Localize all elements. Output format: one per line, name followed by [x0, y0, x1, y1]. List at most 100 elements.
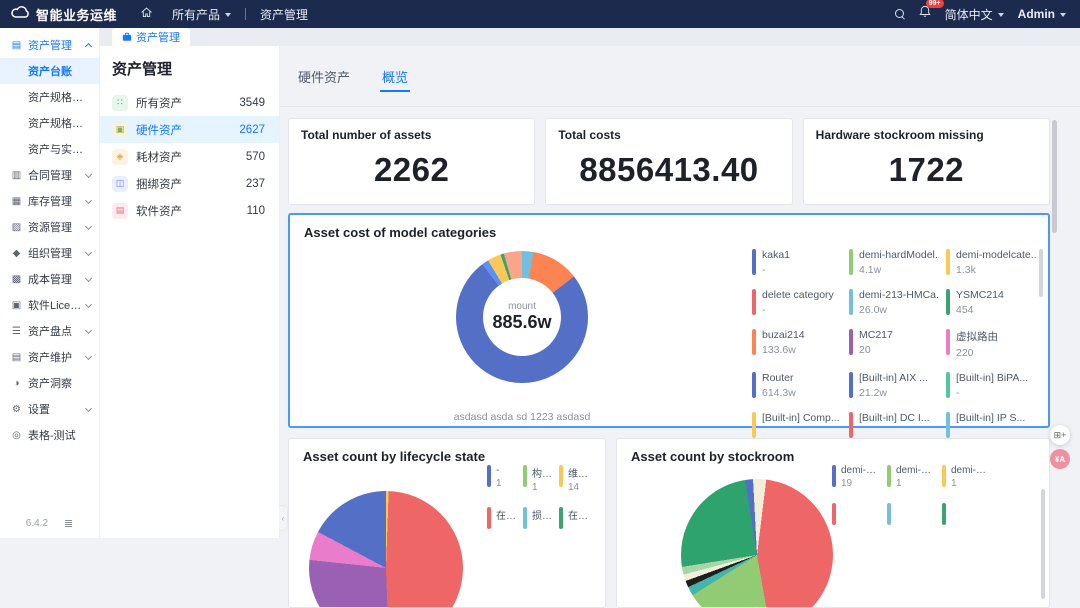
legend-item-12[interactable]: [Built-in] Comp... [752, 412, 849, 438]
open-tab-asset-management[interactable]: 资产管理 [112, 28, 190, 46]
legend-scrollbar[interactable] [1041, 489, 1045, 599]
sidebar-item-4[interactable]: 资产与实物映射... [0, 136, 99, 162]
sidebar-item-2[interactable]: 资产规格管理 [0, 84, 99, 110]
add-widget-fab[interactable]: ⊞+ [1050, 425, 1070, 445]
sidebar-item-0[interactable]: ▤资产管理 [0, 32, 99, 58]
sidebar-item-3[interactable]: 资产规格分类管理 [0, 110, 99, 136]
category-item-2[interactable]: ◈耗材资产570 [100, 143, 279, 170]
legend-item-13[interactable]: [Built-in] DC I... [849, 412, 946, 438]
collapse-sidebar-icon[interactable]: ≣ [64, 517, 73, 530]
category-count: 2627 [239, 124, 265, 136]
legend-item-0[interactable]: -1 [487, 465, 523, 493]
stockroom-panel: Asset count by stockroom demi-…19demi-…1… [616, 438, 1050, 608]
notifications-button[interactable]: 99+ [919, 5, 931, 23]
sidebar: ▤资产管理资产台账资产规格管理资产规格分类管理资产与实物映射...▥合同管理▦库… [0, 28, 100, 538]
category-item-0[interactable]: ∷所有资产3549 [100, 89, 279, 116]
sidebar-item-1[interactable]: 资产台账 [0, 58, 99, 84]
legend-swatch [849, 372, 853, 398]
legend-swatch [752, 372, 756, 398]
legend-item-4[interactable]: 损… [523, 507, 559, 529]
legend-item-6[interactable]: buzai214133.6w [752, 329, 849, 359]
legend-item-10[interactable]: [Built-in] AIX ...21.2w [849, 372, 946, 399]
divider [245, 8, 246, 20]
brand[interactable]: 智能业务运维 [0, 5, 131, 24]
legend-value: 1 [532, 482, 552, 493]
asset-category-panel: 资产管理 ∷所有资产3549▣硬件资产2627◈耗材资产570◫捆绑资产237▤… [100, 46, 280, 538]
sidebar-item-label: 资源管理 [28, 219, 86, 235]
stat-card-1: Total costs8856413.40 [545, 118, 792, 205]
user-menu[interactable]: Admin [1018, 7, 1066, 21]
legend-item-5[interactable]: 在… [559, 507, 595, 529]
lifecycle-pie-chart[interactable] [309, 491, 463, 608]
category-count: 570 [246, 151, 265, 163]
legend-name: MC217 [859, 329, 893, 341]
legend-name: [Built-in] IP S... [956, 412, 1025, 424]
legend-item-1[interactable]: 构… 1 [523, 465, 559, 493]
tab-hardware-assets[interactable]: 硬件资产 [296, 47, 352, 106]
cost-icon: ▩ [10, 274, 23, 285]
legend-item-2[interactable]: 维…14 [559, 465, 595, 493]
currency-fab[interactable]: ¥A [1050, 449, 1070, 469]
legend-item-14[interactable]: [Built-in] IP S... [946, 412, 1043, 438]
legend-item-0[interactable]: demi-…19 [832, 465, 887, 489]
sidebar-item-label: 资产台账 [28, 63, 91, 79]
sidebar-item-12[interactable]: ▤资产维护 [0, 344, 99, 370]
legend-item-0[interactable]: kaka1- [752, 249, 849, 276]
search-icon[interactable] [895, 9, 905, 19]
sidebar-item-13[interactable]: ◑资产洞察 [0, 370, 99, 396]
legend-name: demi-213-HMCa... [859, 289, 939, 301]
legend-item-2[interactable]: demi-modelcate...1.3k [946, 249, 1043, 276]
chevron-down-icon [85, 248, 92, 255]
legend-value: 26.0w [859, 304, 939, 316]
chevron-down-icon [225, 13, 231, 17]
legend-item-3[interactable]: 在… [487, 507, 523, 529]
legend-item-1[interactable]: demi-…1 [887, 465, 942, 489]
legend-name: 构… [532, 465, 552, 480]
legend-name: Router [762, 372, 796, 384]
sidebar-item-10[interactable]: ▣软件License... [0, 292, 99, 318]
model-categories-donut-chart[interactable]: mount 885.6w [456, 251, 588, 383]
stockroom-pie-chart[interactable] [681, 479, 833, 608]
chart-title: Asset count by lifecycle state [303, 449, 485, 464]
legend-scrollbar[interactable] [1039, 249, 1043, 297]
tab-overview[interactable]: 概览 [380, 47, 410, 106]
sidebar-item-7[interactable]: ▨资源管理 [0, 214, 99, 240]
breadcrumb[interactable]: 资产管理 [250, 6, 318, 23]
legend-item-3[interactable]: delete category- [752, 289, 849, 316]
category-item-4[interactable]: ▤软件资产110 [100, 197, 279, 224]
legend-item-4[interactable] [887, 503, 942, 525]
sidebar-item-label: 资产规格分类管理 [28, 115, 91, 131]
legend-item-3[interactable] [832, 503, 887, 525]
sidebar-item-9[interactable]: ▩成本管理 [0, 266, 99, 292]
legend-item-2[interactable]: demi-…1 [942, 465, 997, 489]
legend-item-5[interactable]: YSMC214454 [946, 289, 1043, 316]
sidebar-item-14[interactable]: ⚙设置 [0, 396, 99, 422]
chevron-down-icon [85, 352, 92, 359]
legend-item-1[interactable]: demi-hardModel...4.1w [849, 249, 946, 276]
sidebar-item-6[interactable]: ▦库存管理 [0, 188, 99, 214]
products-menu[interactable]: 所有产品 [162, 6, 241, 23]
donut-legend: kaka1-demi-hardModel...4.1wdemi-modelcat… [752, 249, 1043, 438]
sidebar-item-15[interactable]: ◎表格-测试 [0, 422, 99, 448]
legend-item-7[interactable]: MC21720 [849, 329, 946, 359]
legend-item-11[interactable]: [Built-in] BiPA...- [946, 372, 1043, 399]
sidebar-item-8[interactable]: ◆组织管理 [0, 240, 99, 266]
legend-swatch [942, 465, 946, 487]
language-select[interactable]: 简体中文 [945, 6, 1004, 23]
sidebar-item-5[interactable]: ▥合同管理 [0, 162, 99, 188]
legend-item-8[interactable]: 虚拟路由220 [946, 329, 1043, 359]
legend-item-5[interactable] [942, 503, 997, 525]
collapse-panel-handle[interactable]: ‹ [279, 505, 288, 531]
legend-item-9[interactable]: Router614.3w [752, 372, 849, 399]
category-item-3[interactable]: ◫捆绑资产237 [100, 170, 279, 197]
category-item-1[interactable]: ▣硬件资产2627 [100, 116, 279, 143]
sidebar-item-label: 资产维护 [28, 349, 86, 365]
sidebar-item-label: 资产洞察 [28, 375, 91, 391]
sidebar-item-11[interactable]: ☰资产盘点 [0, 318, 99, 344]
legend-swatch [752, 249, 756, 275]
home-button[interactable] [131, 7, 162, 21]
lifecycle-legend: -1 构… 1 维…14 在…损…在… [487, 465, 595, 529]
overview-tabs: 硬件资产概览 [280, 46, 1080, 107]
legend-item-4[interactable]: demi-213-HMCa... 26.0w [849, 289, 946, 316]
page-scrollbar[interactable] [1052, 120, 1057, 233]
